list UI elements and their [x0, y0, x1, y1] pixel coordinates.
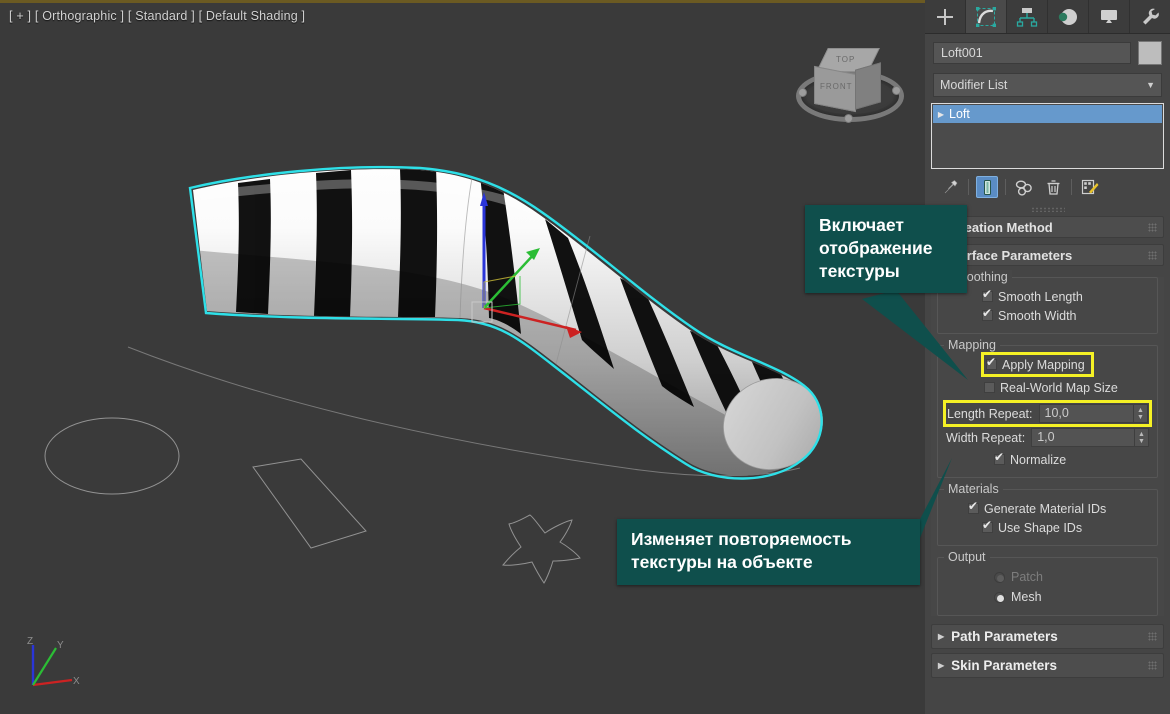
callout-line: Включает — [819, 215, 904, 235]
callout-pointers — [862, 290, 968, 543]
application-window: [ + ] [ Orthographic ] [ Standard ] [ De… — [0, 0, 1170, 714]
callout-length-repeat: Изменяет повторяемость текстуры на объек… — [617, 519, 920, 585]
callout-line: текстуры на объекте — [631, 551, 813, 572]
callout-line: отображение — [819, 237, 933, 258]
callout-line: текстуры — [819, 260, 900, 281]
callout-line: Изменяет повторяемость — [631, 529, 852, 549]
callout-apply-mapping: Включает отображение текстуры — [805, 205, 967, 294]
